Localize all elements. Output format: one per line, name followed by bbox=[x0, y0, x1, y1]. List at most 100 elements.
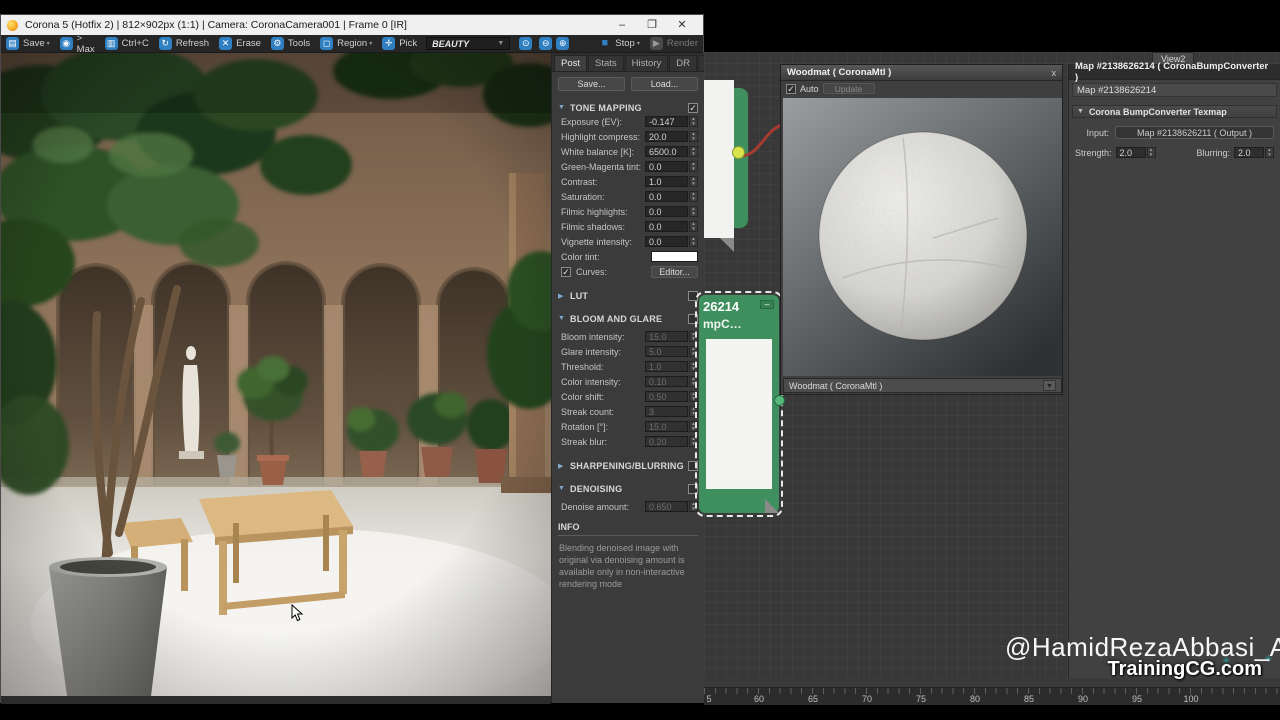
collapse-arrow-icon[interactable]: ▼ bbox=[558, 315, 565, 322]
spinner[interactable]: ▲▼ bbox=[689, 346, 698, 357]
region-button[interactable]: ◻Region▾ bbox=[315, 35, 377, 53]
spinner[interactable]: ▲▼ bbox=[689, 236, 698, 247]
spinner[interactable]: ▲▼ bbox=[689, 436, 698, 447]
section-bloom-glare[interactable]: ▼ BLOOM AND GLARE bbox=[552, 312, 704, 325]
render-button[interactable]: ▶Render bbox=[645, 35, 703, 53]
exposure-field[interactable]: -0.147▲▼ bbox=[645, 116, 698, 127]
spinner[interactable]: ▲▼ bbox=[689, 191, 698, 202]
filmic-highlights-field[interactable]: 0.0▲▼ bbox=[645, 206, 698, 217]
spinner[interactable]: ▲▼ bbox=[689, 221, 698, 232]
curves-editor-button[interactable]: Editor... bbox=[651, 266, 698, 278]
section-tone-mapping[interactable]: ▼ TONE MAPPING ✓ bbox=[552, 101, 704, 114]
green-magenta-field[interactable]: 0.0▲▼ bbox=[645, 161, 698, 172]
spinner[interactable]: ▲▼ bbox=[1265, 147, 1274, 158]
update-button[interactable]: Update bbox=[823, 83, 875, 94]
bumpconverter-rollout-header[interactable]: ▼ Corona BumpConverter Texmap bbox=[1072, 105, 1277, 118]
glare-intensity-field[interactable]: 5.0▲▼ bbox=[645, 346, 698, 357]
denoise-amount-field[interactable]: 0.650▲▼ bbox=[645, 501, 698, 512]
curves-checkbox[interactable]: ✓ bbox=[561, 267, 571, 277]
close-icon[interactable]: x bbox=[1052, 68, 1057, 78]
render-element-select[interactable]: BEAUTY▼ bbox=[426, 37, 510, 50]
spinner[interactable]: ▲▼ bbox=[689, 176, 698, 187]
vfb-titlebar[interactable]: Corona 5 (Hotfix 2) | 812×902px (1:1) | … bbox=[1, 15, 703, 35]
tab-lightmix[interactable]: LightMix bbox=[698, 55, 704, 71]
section-lut[interactable]: ▶ LUT bbox=[552, 289, 704, 302]
map-name-field[interactable]: Map #2138626214 bbox=[1072, 83, 1277, 97]
vignette-intensity-field[interactable]: 0.0▲▼ bbox=[645, 236, 698, 247]
spinner[interactable]: ▲▼ bbox=[689, 206, 698, 217]
spinner[interactable]: ▲▼ bbox=[689, 406, 698, 417]
spinner[interactable]: ▲▼ bbox=[689, 391, 698, 402]
color-intensity-field[interactable]: 0.10▲▼ bbox=[645, 376, 698, 387]
section-denoising[interactable]: ▼ DENOISING bbox=[552, 482, 704, 495]
streak-count-field[interactable]: 3▲▼ bbox=[645, 406, 698, 417]
streak-blur-field[interactable]: 0.20▲▼ bbox=[645, 436, 698, 447]
map-panel-titlebar[interactable]: Map #2138626214 ( CoronaBumpConverter ) bbox=[1069, 64, 1280, 80]
bloom-intensity-field[interactable]: 15.0▲▼ bbox=[645, 331, 698, 342]
spinner[interactable]: ▲▼ bbox=[689, 116, 698, 127]
spinner[interactable]: ▲▼ bbox=[689, 331, 698, 342]
spinner[interactable]: ▲▼ bbox=[1147, 147, 1156, 158]
woodmat-preview-panel: Woodmat ( CoronaMtl ) x ✓ Auto Update bbox=[780, 64, 1063, 395]
spinner[interactable]: ▲▼ bbox=[689, 376, 698, 387]
collapse-arrow-icon[interactable]: ▶ bbox=[558, 462, 565, 470]
erase-button[interactable]: ✕Erase bbox=[214, 35, 266, 53]
node-collapse-button[interactable]: – bbox=[760, 300, 774, 309]
filmic-shadows-field[interactable]: 0.0▲▼ bbox=[645, 221, 698, 232]
collapse-arrow-icon[interactable]: ▼ bbox=[1077, 108, 1084, 115]
save-config-button[interactable]: Save... bbox=[558, 77, 625, 91]
color-tint-swatch[interactable] bbox=[651, 251, 698, 262]
zoom-out-button[interactable]: ⊖ bbox=[537, 35, 554, 53]
timeline-ruler[interactable]: 5 60 65 70 75 80 85 90 95 100 bbox=[704, 688, 1280, 705]
white-balance-field[interactable]: 6500.0▲▼ bbox=[645, 146, 698, 157]
denoising-checkbox[interactable] bbox=[688, 484, 698, 494]
saturation-field[interactable]: 0.0▲▼ bbox=[645, 191, 698, 202]
collapse-arrow-icon[interactable]: ▼ bbox=[558, 485, 565, 492]
material-select-dropdown[interactable]: Woodmat ( CoronaMtl ) ▼ bbox=[783, 378, 1062, 393]
spinner[interactable]: ▲▼ bbox=[689, 361, 698, 372]
zoom-reset-button[interactable]: ⊙ bbox=[514, 35, 537, 53]
collapse-arrow-icon[interactable]: ▶ bbox=[558, 292, 565, 300]
collapse-arrow-icon[interactable]: ▼ bbox=[558, 104, 565, 111]
sharpening-checkbox[interactable] bbox=[688, 461, 698, 471]
minimize-button[interactable]: – bbox=[607, 15, 637, 35]
copy-clipboard-button[interactable]: ▥Ctrl+C bbox=[100, 35, 154, 53]
spinner[interactable]: ▲▼ bbox=[689, 146, 698, 157]
maximize-button[interactable]: ❐ bbox=[637, 15, 667, 35]
bumpconverter-node-selected[interactable]: 26214 mpC… – bbox=[699, 295, 779, 513]
save-button[interactable]: ▤Save▾ bbox=[1, 35, 55, 53]
section-sharpening-blurring[interactable]: ▶ SHARPENING/BLURRING bbox=[552, 459, 704, 472]
load-config-button[interactable]: Load... bbox=[631, 77, 698, 91]
tab-history[interactable]: History bbox=[625, 55, 669, 71]
tab-post[interactable]: Post bbox=[554, 55, 587, 71]
tab-dr[interactable]: DR bbox=[669, 55, 697, 71]
spinner[interactable]: ▲▼ bbox=[689, 131, 698, 142]
close-button[interactable]: ✕ bbox=[667, 15, 697, 35]
woodmat-titlebar[interactable]: Woodmat ( CoronaMtl ) x bbox=[781, 65, 1062, 81]
zoom-in-button[interactable]: ⊕ bbox=[554, 35, 571, 53]
tools-button[interactable]: ⚙Tools bbox=[266, 35, 315, 53]
pick-button[interactable]: ✛Pick bbox=[377, 35, 422, 53]
strength-field[interactable]: 2.0 bbox=[1116, 147, 1146, 158]
param-row: Streak blur:0.20▲▼ bbox=[552, 434, 704, 449]
rendered-image[interactable] bbox=[1, 53, 551, 696]
color-shift-field[interactable]: 0.50▲▼ bbox=[645, 391, 698, 402]
tone-mapping-checkbox[interactable]: ✓ bbox=[688, 103, 698, 113]
node-output-socket[interactable] bbox=[732, 146, 745, 159]
tab-stats[interactable]: Stats bbox=[588, 55, 624, 71]
input-map-button[interactable]: Map #2138626211 ( Output ) bbox=[1115, 126, 1274, 139]
stop-button[interactable]: ■Stop▾ bbox=[593, 35, 645, 53]
copy-to-max-button[interactable]: ◉> Max bbox=[55, 35, 100, 53]
lut-checkbox[interactable] bbox=[688, 291, 698, 301]
auto-checkbox[interactable]: ✓ bbox=[786, 84, 796, 94]
spinner[interactable]: ▲▼ bbox=[689, 421, 698, 432]
bloom-glare-checkbox[interactable] bbox=[688, 314, 698, 324]
blurring-field[interactable]: 2.0 bbox=[1234, 147, 1264, 158]
highlight-compress-field[interactable]: 20.0▲▼ bbox=[645, 131, 698, 142]
threshold-field[interactable]: 1.0▲▼ bbox=[645, 361, 698, 372]
rotation-field[interactable]: 15.0▲▼ bbox=[645, 421, 698, 432]
refresh-button[interactable]: ↻Refresh bbox=[154, 35, 214, 53]
spinner[interactable]: ▲▼ bbox=[689, 161, 698, 172]
contrast-field[interactable]: 1.0▲▼ bbox=[645, 176, 698, 187]
spinner[interactable]: ▲▼ bbox=[689, 501, 698, 512]
